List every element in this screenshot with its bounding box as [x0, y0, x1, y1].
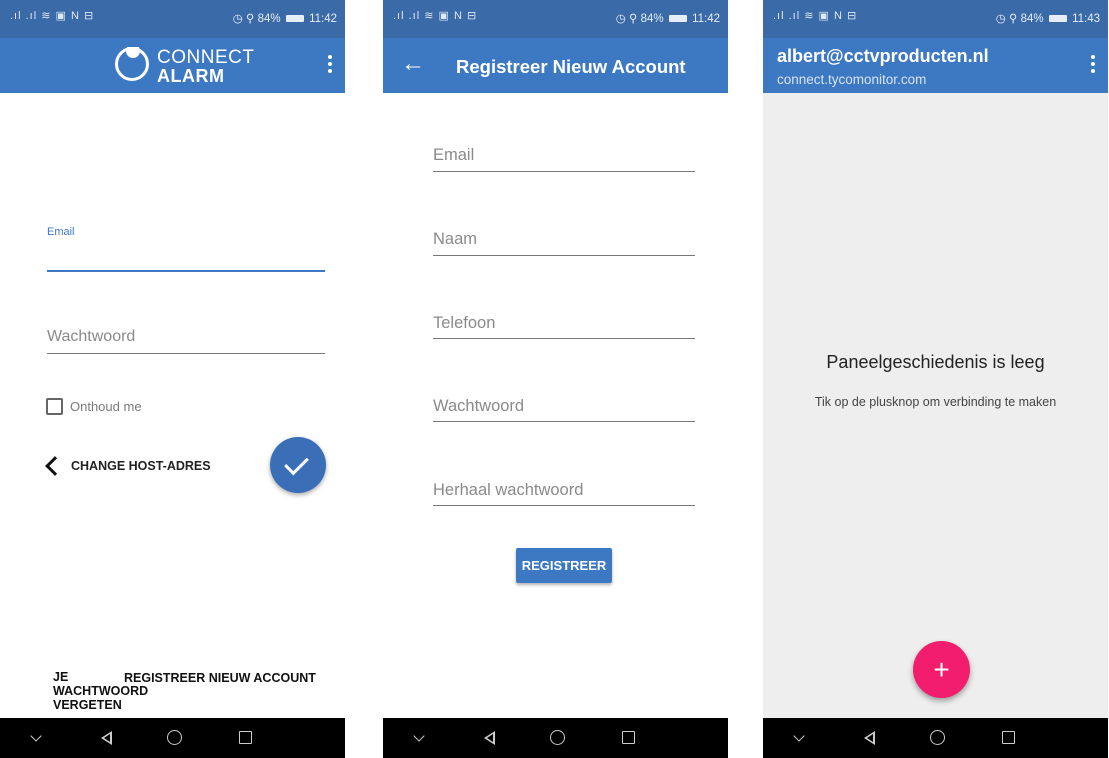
- app-bar: albert@cctvproducten.nl connect.tycomoni…: [763, 38, 1108, 93]
- register-name-underline: [433, 255, 695, 256]
- system-nav-bar: [763, 718, 1108, 758]
- empty-state-title: Paneelgeschiedenis is leeg: [826, 352, 1045, 372]
- status-bar: .ıl .ıl ≋ ▣ N ⊟ ◷ ⚲ 84% 11:42: [383, 0, 728, 38]
- nav-recent-icon[interactable]: [226, 718, 266, 758]
- arrow-left-icon[interactable]: ←: [401, 52, 425, 76]
- status-time: 11:43: [1072, 13, 1100, 25]
- signal-wifi-icons: .ıl .ıl ≋ ▣ N ⊟: [393, 10, 478, 22]
- system-nav-bar: [383, 718, 728, 758]
- more-vert-icon[interactable]: [1090, 55, 1096, 77]
- page-title: Registreer Nieuw Account: [456, 56, 686, 77]
- nav-back-icon[interactable]: [470, 718, 510, 758]
- chevron-down-icon[interactable]: [401, 718, 441, 758]
- nav-back-icon[interactable]: [87, 718, 127, 758]
- battery-icon: [285, 15, 304, 23]
- register-account-link[interactable]: REGISTREER NIEUW ACCOUNT: [124, 671, 316, 685]
- email-field[interactable]: [47, 248, 325, 266]
- email-underline: [47, 270, 325, 272]
- nav-back-icon[interactable]: [850, 718, 890, 758]
- register-repeat-password-field[interactable]: [433, 481, 695, 500]
- change-host-button[interactable]: CHANGE HOST-ADRES: [71, 459, 211, 473]
- nav-home-icon[interactable]: [155, 718, 195, 758]
- battery-percentage: 84%: [1020, 13, 1044, 25]
- signal-wifi-icons: .ıl .ıl ≋ ▣ N ⊟: [773, 10, 858, 22]
- register-phone-underline: [433, 338, 695, 339]
- register-name-field[interactable]: [433, 230, 695, 249]
- check-icon: [284, 450, 309, 476]
- chevron-left-icon[interactable]: [45, 456, 65, 476]
- app-bar: ← Registreer Nieuw Account: [383, 38, 728, 93]
- nav-home-icon[interactable]: [918, 718, 958, 758]
- nav-recent-icon[interactable]: [989, 718, 1029, 758]
- battery-icon: [668, 15, 687, 23]
- status-time: 11:42: [692, 13, 720, 25]
- system-nav-bar: [0, 718, 345, 758]
- signal-wifi-icons: .ıl .ıl ≋ ▣ N ⊟: [10, 10, 95, 22]
- register-password-field[interactable]: [433, 397, 695, 416]
- empty-state-subtitle: Tik op de plusknop om verbinding te make…: [814, 395, 1057, 409]
- register-email-underline: [433, 171, 695, 172]
- logo-ring-icon: [115, 47, 149, 81]
- register-email-field[interactable]: [433, 146, 695, 165]
- remember-me-label[interactable]: Onthoud me: [70, 399, 142, 414]
- account-email: albert@cctvproducten.nl: [777, 46, 989, 66]
- register-screen: .ıl .ıl ≋ ▣ N ⊟ ◷ ⚲ 84% 11:42 ← Registre…: [383, 0, 728, 758]
- login-screen: .ıl .ıl ≋ ▣ N ⊟ ◷ ⚲ 84% 11:42 CONNECT AL…: [0, 0, 345, 758]
- chevron-down-icon[interactable]: [781, 718, 821, 758]
- password-field[interactable]: [47, 328, 325, 346]
- register-repeat-password-underline: [433, 505, 695, 506]
- account-host: connect.tycomonitor.com: [777, 72, 927, 87]
- alarm-location-icons: ◷ ⚲: [995, 13, 1018, 25]
- battery-percentage: 84%: [257, 13, 281, 25]
- battery-percentage: 84%: [640, 13, 664, 25]
- add-panel-button[interactable]: +: [913, 641, 970, 698]
- more-vert-icon[interactable]: [327, 55, 333, 77]
- password-underline: [47, 353, 325, 354]
- app-bar: CONNECT ALARM: [0, 38, 345, 93]
- status-right: ◷ ⚲ 84% 11:42: [233, 11, 337, 25]
- status-right: ◷ ⚲ 84% 11:43: [996, 11, 1100, 25]
- login-confirm-button[interactable]: [270, 437, 326, 493]
- panel-history-screen: .ıl .ıl ≋ ▣ N ⊟ ◷ ⚲ 84% 11:43 albert@cct…: [763, 0, 1108, 758]
- alarm-location-icons: ◷ ⚲: [232, 13, 255, 25]
- logo-text-alarm: ALARM: [157, 66, 225, 86]
- status-bar: .ıl .ıl ≋ ▣ N ⊟ ◷ ⚲ 84% 11:42: [0, 0, 345, 38]
- remember-me-checkbox[interactable]: [46, 398, 63, 415]
- status-right: ◷ ⚲ 84% 11:42: [616, 11, 720, 25]
- status-time: 11:42: [309, 13, 337, 25]
- nav-home-icon[interactable]: [538, 718, 578, 758]
- alarm-location-icons: ◷ ⚲: [615, 13, 638, 25]
- chevron-down-icon[interactable]: [18, 718, 58, 758]
- register-phone-field[interactable]: [433, 314, 695, 333]
- register-password-underline: [433, 421, 695, 422]
- register-submit-button[interactable]: REGISTREER: [516, 548, 612, 583]
- status-bar: .ıl .ıl ≋ ▣ N ⊟ ◷ ⚲ 84% 11:43: [763, 0, 1108, 38]
- battery-icon: [1048, 15, 1067, 23]
- nav-recent-icon[interactable]: [609, 718, 649, 758]
- forgot-password-link[interactable]: JE WACHTWOORD VERGETEN: [53, 670, 148, 712]
- email-floating-label: Email: [47, 226, 75, 238]
